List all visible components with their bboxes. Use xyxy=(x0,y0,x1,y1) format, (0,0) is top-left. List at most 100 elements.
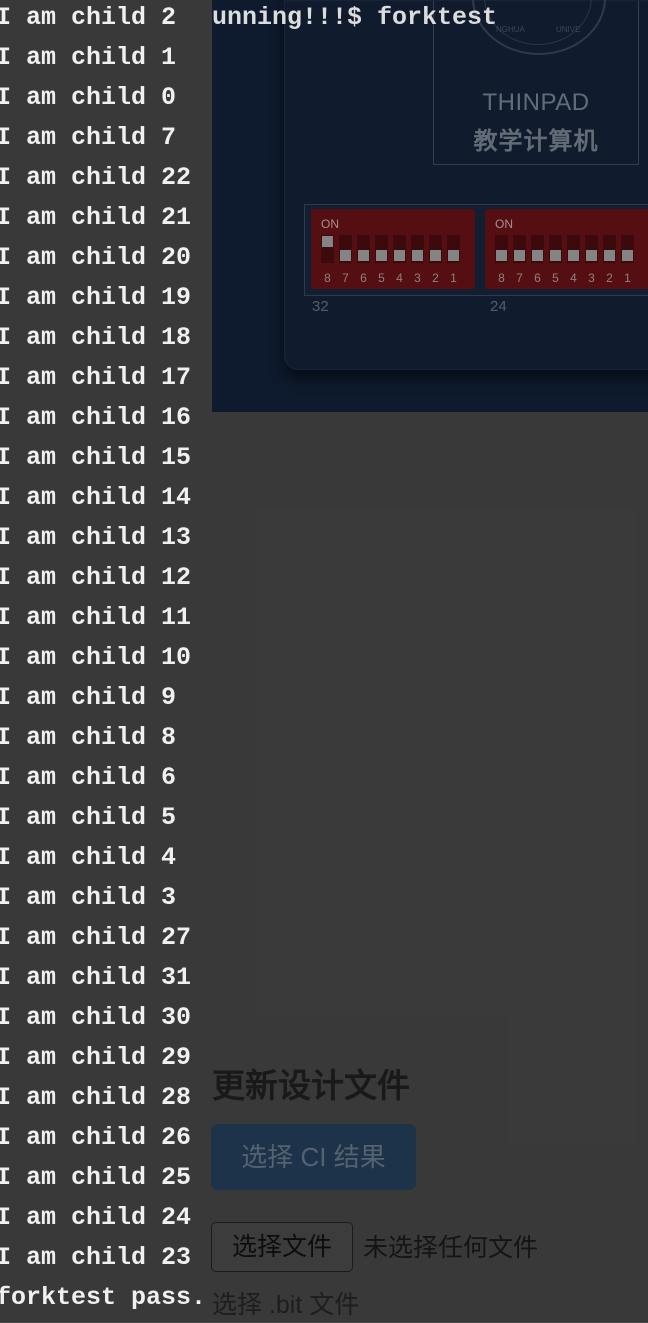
dip-number: 7 xyxy=(516,271,523,285)
seal-text-left: NGHUA xyxy=(496,25,525,34)
dip-switch-toggle xyxy=(585,235,598,263)
dip-switch-toggle xyxy=(429,235,442,263)
dip-knob xyxy=(340,250,351,261)
terminal-line: forktest pass. xyxy=(0,1283,207,1312)
dip-knob xyxy=(394,250,405,261)
dip-number: 3 xyxy=(414,271,421,285)
dip-on-label: ON xyxy=(321,217,339,231)
dip-knob xyxy=(358,250,369,261)
terminal-line: I am child 17 xyxy=(0,363,192,392)
terminal-line: I am child 26 xyxy=(0,1123,192,1152)
board-label-box: NGHUA UNIVE THINPAD 教学计算机 xyxy=(433,0,639,165)
dip-switch-toggle xyxy=(339,235,352,263)
terminal-line: I am child 29 xyxy=(0,1043,192,1072)
board-brand: THINPAD xyxy=(482,89,590,116)
terminal-line: I am child 13 xyxy=(0,523,192,552)
board-body: NGHUA UNIVE THINPAD 教学计算机 xyxy=(284,0,648,370)
dip-switch-toggle xyxy=(357,235,370,263)
terminal-line: I am child 3 xyxy=(0,883,177,912)
terminal-line: I am child 21 xyxy=(0,203,192,232)
dip-number: 5 xyxy=(552,271,559,285)
dip-number: 5 xyxy=(378,271,385,285)
dip-knob xyxy=(448,250,459,261)
update-design-file-heading: 更新设计文件 xyxy=(212,1067,410,1104)
terminal-line: I am child 31 xyxy=(0,963,192,992)
terminal-line: I am child 5 xyxy=(0,803,177,832)
terminal-line: I am child 2 xyxy=(0,3,177,32)
terminal-line: I am child 18 xyxy=(0,323,192,352)
dip-number: 4 xyxy=(396,271,403,285)
terminal-line: I am child 4 xyxy=(0,843,177,872)
dip-switch-toggle xyxy=(531,235,544,263)
terminal-line: I am child 16 xyxy=(0,403,192,432)
board-subtitle: 教学计算机 xyxy=(473,128,599,155)
dip-knob xyxy=(550,250,561,261)
terminal-line: I am child 24 xyxy=(0,1203,192,1232)
dip-knob xyxy=(586,250,597,261)
dip-number: 2 xyxy=(606,271,613,285)
dip-number: 1 xyxy=(624,271,631,285)
dip-knob xyxy=(514,250,525,261)
dip-knob xyxy=(604,250,615,261)
dip-knob xyxy=(322,236,333,247)
dip-number: 8 xyxy=(324,271,331,285)
dip-switch-toggle xyxy=(411,235,424,263)
terminal-line: I am child 9 xyxy=(0,683,177,712)
terminal-line: I am child 28 xyxy=(0,1083,192,1112)
terminal-line: I am child 8 xyxy=(0,723,177,752)
dip-switch-toggle xyxy=(393,235,406,263)
dip-number: 4 xyxy=(570,271,577,285)
dip-knob xyxy=(430,250,441,261)
dip-bank-label-32: 32 xyxy=(312,298,329,315)
dip-switch-toggle xyxy=(603,235,616,263)
dip-knob xyxy=(376,250,387,261)
dip-number: 2 xyxy=(432,271,439,285)
terminal-line: I am child 14 xyxy=(0,483,192,512)
seal-ring xyxy=(484,0,592,45)
terminal-line: I am child 7 xyxy=(0,123,177,152)
terminal-line: I am child 30 xyxy=(0,1003,192,1032)
dip-switch-toggle xyxy=(321,235,334,263)
seal-text-right: UNIVE xyxy=(556,25,581,34)
terminal-line: I am child 10 xyxy=(0,643,192,672)
dip-number: 7 xyxy=(342,271,349,285)
terminal-line: I am child 0 xyxy=(0,83,177,112)
terminal-line: I am child 6 xyxy=(0,763,177,792)
dip-switch-toggle xyxy=(447,235,460,263)
dip-switch-toggle xyxy=(513,235,526,263)
dip-switch-toggle xyxy=(375,235,388,263)
terminal-line: I am child 20 xyxy=(0,243,192,272)
select-ci-result-button[interactable]: 选择 CI 结果 xyxy=(211,1124,416,1190)
dip-number: 8 xyxy=(498,271,505,285)
dip-knob xyxy=(622,250,633,261)
dip-switch-toggle xyxy=(549,235,562,263)
dip-knob xyxy=(412,250,423,261)
dip-number: 6 xyxy=(534,271,541,285)
file-status-text: 未选择任何文件 xyxy=(363,1234,539,1262)
dip-number: 6 xyxy=(360,271,367,285)
dip-switch-bank: ON 8 7 6 5 4 3 2 1 xyxy=(485,209,648,289)
terminal-line: I am child 27 xyxy=(0,923,192,952)
terminal-line: I am child 23 xyxy=(0,1243,192,1272)
dip-on-label: ON xyxy=(495,217,513,231)
dip-switch-bank: ON 8 7 6 5 4 3 2 1 xyxy=(311,209,475,289)
university-seal: NGHUA UNIVE xyxy=(472,0,606,55)
choose-file-button[interactable]: 选择文件 xyxy=(211,1222,353,1272)
board-image: NGHUA UNIVE THINPAD 教学计算机 ON 8 7 6 5 4 3 2 1 ON 8 7… xyxy=(212,0,648,412)
terminal-line: I am child 12 xyxy=(0,563,192,592)
terminal-line: I am child 15 xyxy=(0,443,192,472)
dip-number: 1 xyxy=(450,271,457,285)
dip-switch-toggle xyxy=(495,235,508,263)
terminal-line: I am child 25 xyxy=(0,1163,192,1192)
dip-switch-area: ON 8 7 6 5 4 3 2 1 ON 8 7 6 5 4 3 2 1 xyxy=(304,204,648,296)
dip-knob xyxy=(496,250,507,261)
dip-switch-toggle xyxy=(621,235,634,263)
terminal-line: I am child 1 xyxy=(0,43,177,72)
dip-number: 3 xyxy=(588,271,595,285)
dip-switch-toggle xyxy=(567,235,580,263)
terminal-line: I am child 19 xyxy=(0,283,192,312)
dip-knob xyxy=(532,250,543,261)
dip-bank-label-24: 24 xyxy=(490,298,507,315)
dip-knob xyxy=(568,250,579,261)
terminal-line: I am child 11 xyxy=(0,603,192,632)
